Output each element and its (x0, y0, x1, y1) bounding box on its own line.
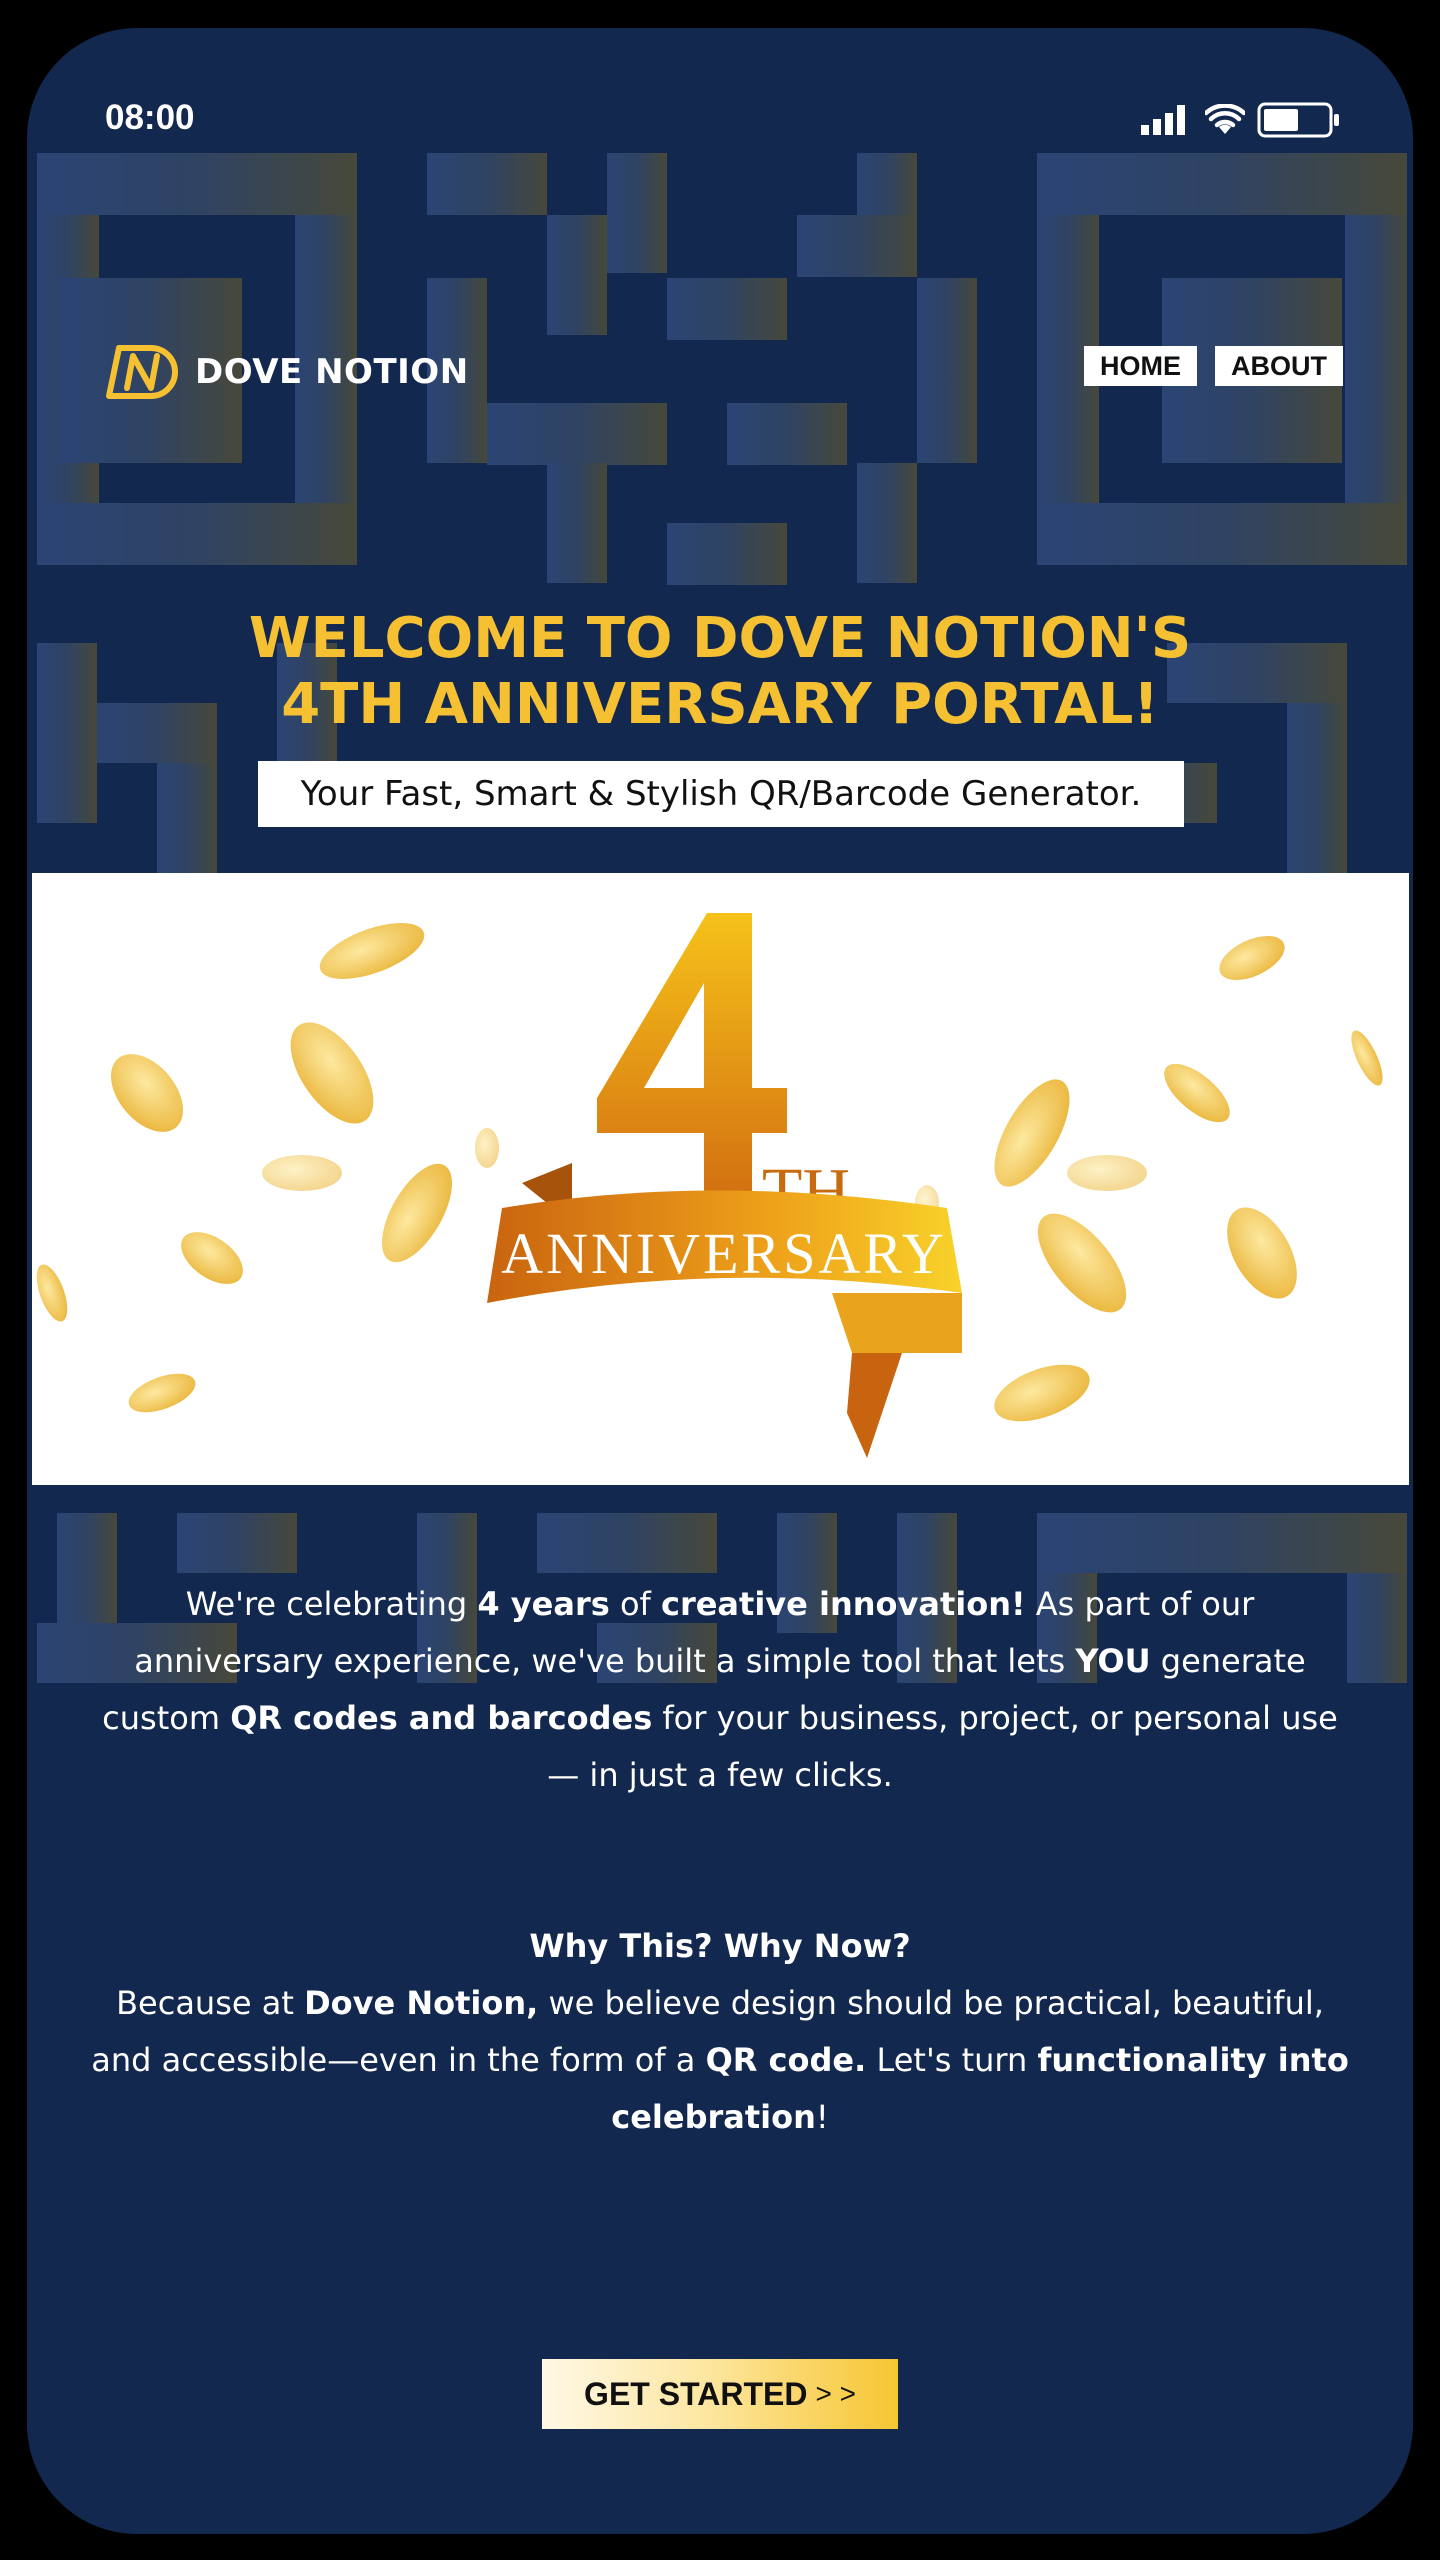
phone-screen: 08:00 DOVE NOTION HOME ABOUT WELCOME TO … (27, 28, 1413, 2534)
status-icons (1141, 102, 1341, 138)
nav-home-button[interactable]: HOME (1084, 346, 1197, 386)
anniversary-artwork: TH ANNIVERSARY (36, 913, 1383, 1458)
get-started-button[interactable]: GET STARTED > > (542, 2359, 898, 2429)
brand-name: DOVE NOTION (195, 352, 469, 392)
get-started-label: GET STARTED (584, 2375, 808, 2412)
nav-about-button[interactable]: ABOUT (1215, 346, 1343, 386)
hero-title-line2: 4TH ANNIVERSARY PORTAL! (281, 672, 1159, 737)
battery-icon (1257, 102, 1339, 138)
hero-title: WELCOME TO DOVE NOTION'S 4TH ANNIVERSARY… (27, 606, 1413, 738)
numeral-4 (597, 913, 787, 1218)
signal-icon (1141, 105, 1185, 135)
hero-tagline: Your Fast, Smart & Stylish QR/Barcode Ge… (258, 761, 1184, 827)
ribbon-text: ANNIVERSARY (501, 1221, 947, 1286)
anniversary-banner: TH ANNIVERSARY (32, 873, 1409, 1485)
top-nav: HOME ABOUT (1084, 346, 1343, 386)
hero-title-line1: WELCOME TO DOVE NOTION'S (248, 606, 1192, 671)
intro-paragraph: We're celebrating 4 years of creative in… (102, 1585, 1338, 1794)
dn-monogram-icon (106, 345, 178, 399)
get-started-arrows: > > (815, 2378, 856, 2409)
why-heading: Why This? Why Now? (529, 1927, 911, 1965)
status-time: 08:00 (105, 98, 195, 137)
wifi-icon (1205, 104, 1245, 134)
why-paragraph: Because at Dove Notion, we believe desig… (91, 1984, 1349, 2136)
brand-logo[interactable]: DOVE NOTION (105, 342, 469, 402)
